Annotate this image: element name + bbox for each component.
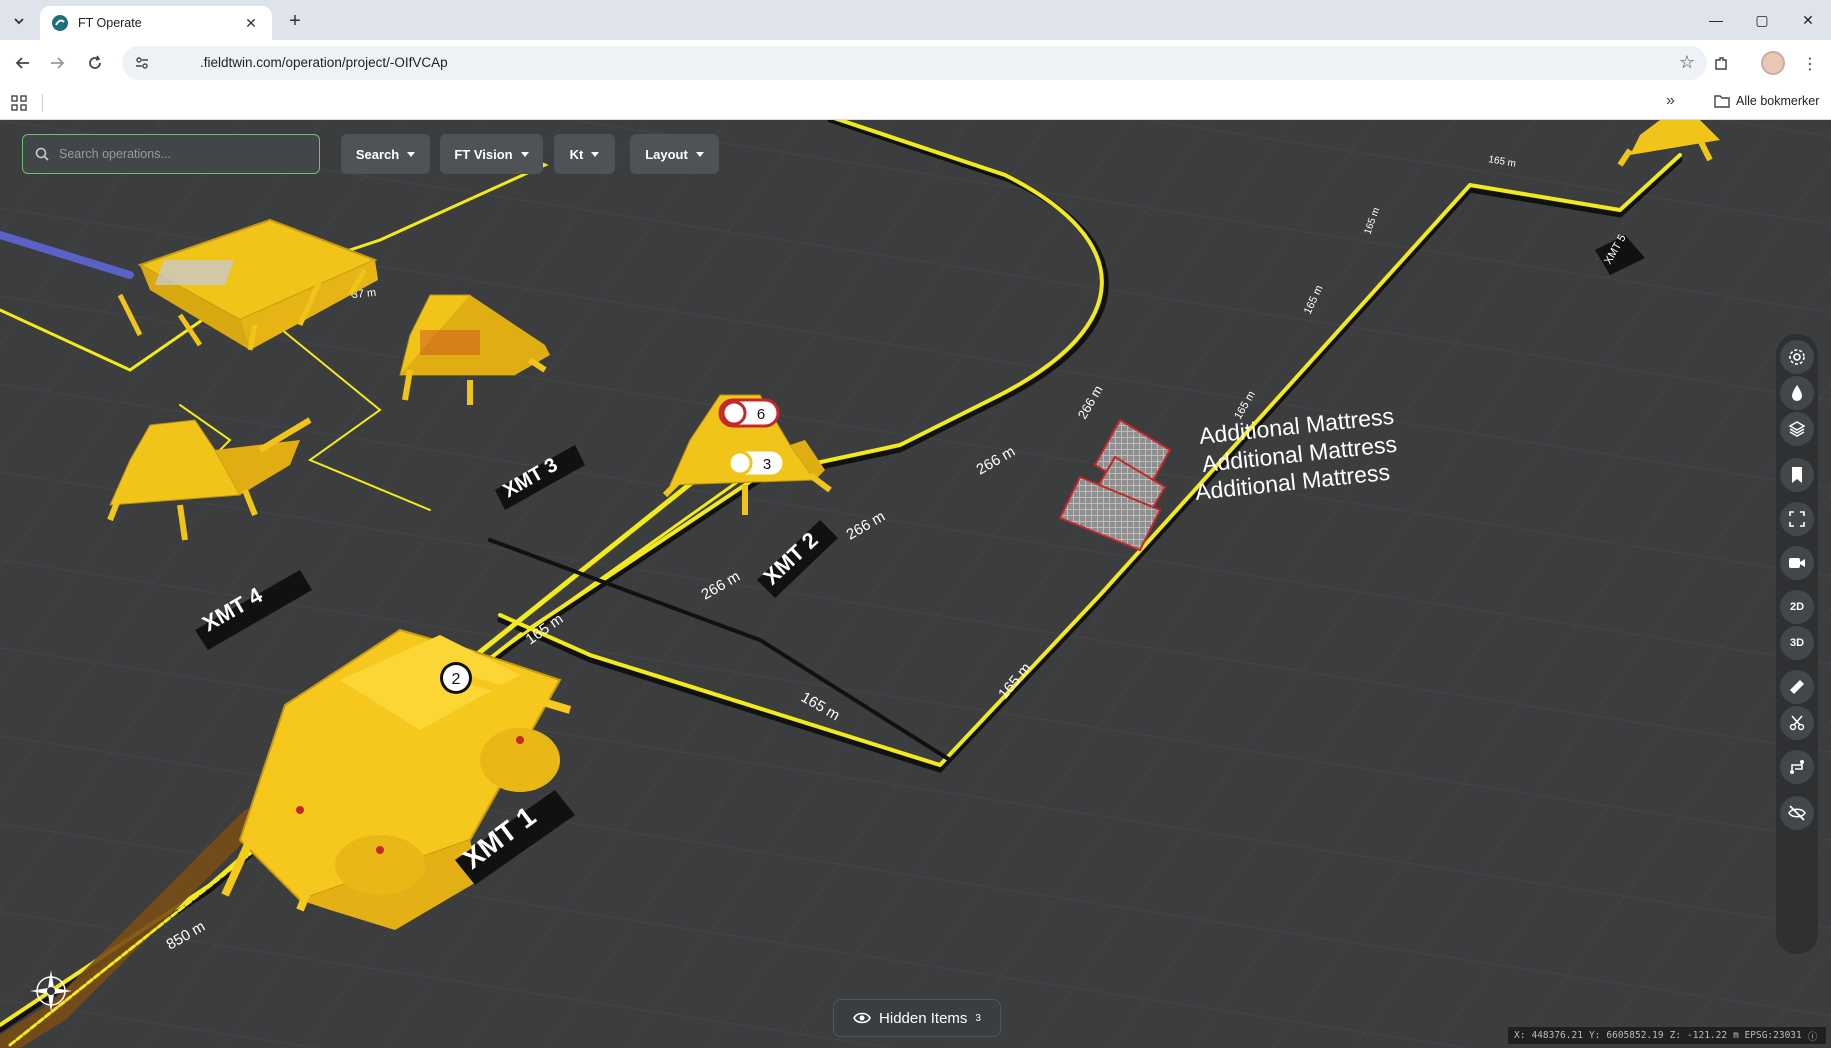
browser-menu-icon[interactable]: ⋮ xyxy=(1798,52,1822,76)
close-window-button[interactable]: ✕ xyxy=(1785,0,1831,40)
arrow-right-icon xyxy=(51,57,65,69)
y-coordinate: 6605852.19 xyxy=(1606,1030,1664,1041)
caret-down-icon xyxy=(591,151,600,157)
caret-down-icon xyxy=(407,151,416,157)
settings-icon[interactable] xyxy=(1780,340,1814,374)
crs-label: m EPSG:23031 xyxy=(1733,1030,1802,1041)
tab-title: FT Operate xyxy=(78,16,142,30)
caret-down-icon xyxy=(520,151,529,157)
water-drop-icon[interactable] xyxy=(1780,376,1814,410)
3d-scene-viewport[interactable]: 850 m 165 m 165 m 165 m 165 m 165 m 165 … xyxy=(0,120,1831,1048)
x-coordinate: 448376.21 xyxy=(1531,1030,1583,1041)
info-icon[interactable]: ⓘ xyxy=(1808,1029,1818,1043)
minimize-button[interactable]: — xyxy=(1693,0,1739,40)
search-operations-input[interactable] xyxy=(59,147,299,161)
hidden-items-button[interactable]: Hidden Items 3 xyxy=(833,999,1001,1037)
layout-label: Layout xyxy=(645,146,688,162)
coordinate-readout: X: 448376.21 Y: 6605852.19 Z: -121.22 m … xyxy=(1508,1027,1826,1044)
browser-tab-strip: FT Operate ✕ + — ▢ ✕ xyxy=(0,0,1831,40)
bookmarks-bar: » Alle bokmerker xyxy=(0,86,1831,120)
forward-button[interactable] xyxy=(42,48,72,78)
compass-icon[interactable] xyxy=(28,968,74,1014)
x-label: X: xyxy=(1514,1030,1526,1041)
search-icon xyxy=(35,147,49,161)
bookmarks-divider xyxy=(42,94,43,112)
z-coordinate: -121.22 xyxy=(1687,1030,1728,1041)
units-button[interactable]: Kt xyxy=(554,134,615,174)
address-bar[interactable]: .fieldtwin.com/operation/project/-OIfVCA… xyxy=(122,46,1707,80)
browser-tab[interactable]: FT Operate ✕ xyxy=(40,6,272,40)
ft-vision-button[interactable]: FT Vision xyxy=(440,134,543,174)
svg-text:6: 6 xyxy=(757,406,765,423)
bookmark-icon[interactable] xyxy=(1780,458,1814,492)
maximize-button[interactable]: ▢ xyxy=(1739,0,1785,40)
eye-off-icon[interactable] xyxy=(1780,796,1814,830)
units-label: Kt xyxy=(569,146,584,162)
scissors-icon[interactable] xyxy=(1780,706,1814,740)
ft-vision-label: FT Vision xyxy=(454,146,513,162)
arrow-left-icon xyxy=(15,57,29,69)
layers-icon[interactable] xyxy=(1780,412,1814,446)
extensions-icon[interactable] xyxy=(1709,52,1733,76)
apps-grid-icon[interactable] xyxy=(10,94,28,112)
route-icon[interactable] xyxy=(1780,750,1814,784)
marker-3[interactable]: 3 xyxy=(724,448,786,478)
url-text: .fieldtwin.com/operation/project/-OIfVCA… xyxy=(200,55,448,70)
y-label: Y: xyxy=(1588,1030,1601,1041)
marker-6[interactable]: 6 xyxy=(718,398,780,428)
search-operations-field[interactable] xyxy=(22,134,320,174)
search-menu-button[interactable]: Search xyxy=(341,134,430,174)
fieldtwin-favicon-icon xyxy=(52,15,68,31)
bookmarks-overflow-button[interactable]: » xyxy=(1666,92,1675,110)
search-menu-label: Search xyxy=(355,146,400,162)
fullscreen-icon[interactable] xyxy=(1780,502,1814,536)
folder-icon xyxy=(1714,95,1730,108)
seabed-scene[interactable]: 850 m 165 m 165 m 165 m 165 m 165 m 165 … xyxy=(0,120,1831,1048)
bookmark-star-icon[interactable]: ☆ xyxy=(1679,52,1695,73)
view-3d-button[interactable]: 3D xyxy=(1780,626,1814,660)
side-toolbar: 2D 3D xyxy=(1776,334,1818,954)
ruler-icon[interactable] xyxy=(1780,670,1814,704)
caret-down-icon xyxy=(695,151,704,157)
svg-text:3: 3 xyxy=(763,456,771,473)
all-bookmarks-label: Alle bokmerker xyxy=(1736,94,1820,108)
site-info-icon[interactable] xyxy=(130,51,154,75)
eye-icon xyxy=(853,1012,871,1024)
tab-search-button[interactable] xyxy=(6,8,32,34)
video-camera-icon[interactable] xyxy=(1780,546,1814,580)
browser-toolbar: .fieldtwin.com/operation/project/-OIfVCA… xyxy=(0,40,1831,86)
reload-button[interactable] xyxy=(80,48,110,78)
profile-avatar[interactable] xyxy=(1761,51,1785,75)
back-button[interactable] xyxy=(8,48,38,78)
reload-icon xyxy=(89,55,101,69)
new-tab-button[interactable]: + xyxy=(282,8,308,34)
svg-text:2: 2 xyxy=(452,671,461,688)
layout-button[interactable]: Layout xyxy=(630,134,719,174)
tab-close-icon[interactable]: ✕ xyxy=(242,15,260,32)
view-2d-button[interactable]: 2D xyxy=(1780,590,1814,624)
z-label: Z: xyxy=(1669,1030,1682,1041)
chevron-down-icon xyxy=(14,18,24,25)
all-bookmarks-folder[interactable]: Alle bokmerker xyxy=(1714,94,1819,108)
marker-2[interactable]: 2 xyxy=(440,662,472,694)
hidden-items-label: Hidden Items xyxy=(879,1009,968,1027)
hidden-items-count: 3 xyxy=(975,1012,981,1024)
